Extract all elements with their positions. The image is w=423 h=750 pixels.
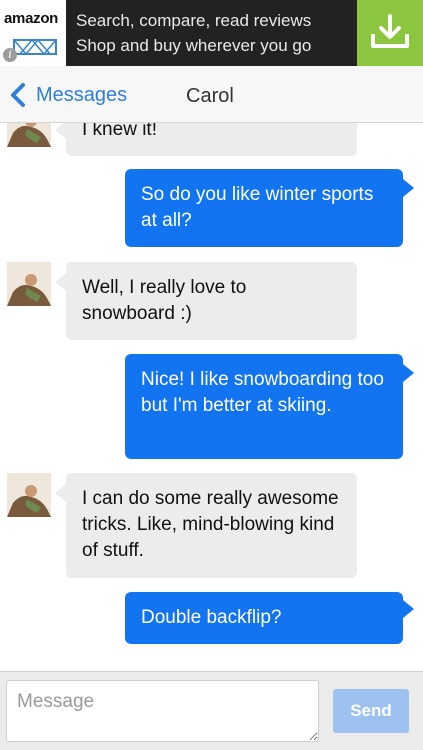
back-button-label: Messages [36, 83, 128, 106]
ad-brand-logo[interactable]: amazon i [0, 0, 66, 66]
message-thread[interactable]: I knew it! So do you like winter sports … [0, 123, 423, 671]
message-text: I can do some really awesome tricks. Lik… [82, 488, 339, 561]
ad-subline: Shop and buy wherever you go [76, 36, 312, 55]
contact-avatar [7, 123, 51, 147]
back-button[interactable]: Messages [8, 82, 127, 108]
ad-banner[interactable]: amazon i Search, compare, read reviews S… [0, 0, 423, 66]
send-button[interactable]: Send [333, 689, 409, 733]
conversation-title: Carol [186, 85, 234, 107]
message-composer: Send [0, 671, 423, 750]
message-bubble-incoming: Well, I really love to snowboard :) [66, 262, 357, 340]
message-text: Double backflip? [141, 607, 282, 628]
ad-info-icon[interactable]: i [3, 48, 17, 62]
message-bubble-outgoing: Double backflip? [125, 592, 403, 644]
download-icon [371, 14, 409, 48]
ad-headline: Search, compare, read reviews [76, 11, 312, 30]
ad-download-button[interactable] [357, 0, 423, 66]
message-text: Nice! I like snowboarding too but I'm be… [141, 369, 384, 416]
bubble-tail [403, 600, 414, 618]
contact-avatar [7, 473, 51, 517]
message-bubble-incoming: I knew it! [66, 123, 357, 156]
bubble-tail [55, 123, 66, 139]
message-bubble-incoming: I can do some really awesome tricks. Lik… [66, 473, 357, 578]
message-input[interactable] [6, 680, 319, 742]
message-bubble-outgoing: Nice! I like snowboarding too but I'm be… [125, 354, 403, 459]
bubble-tail [403, 179, 414, 197]
message-text: So do you like winter sports at all? [141, 184, 374, 231]
message-text: I knew it! [82, 123, 157, 140]
message-text: Well, I really love to snowboard :) [82, 277, 247, 324]
bubble-tail [55, 484, 66, 502]
shopping-cart-icon [13, 38, 57, 56]
message-bubble-outgoing: So do you like winter sports at all? [125, 169, 403, 247]
bubble-tail [55, 273, 66, 291]
chevron-left-icon [11, 83, 25, 107]
contact-avatar [7, 262, 51, 306]
nav-bar: Messages Carol [0, 66, 423, 123]
bubble-tail [403, 364, 414, 382]
ad-brand-text: amazon [4, 10, 59, 27]
